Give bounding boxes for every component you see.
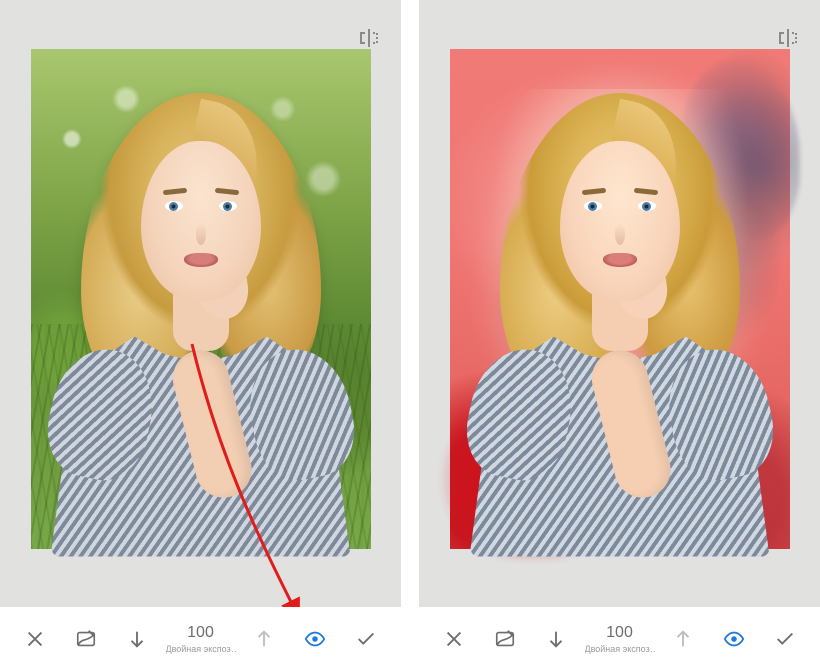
pane-divider (401, 0, 419, 667)
toolbar: 100 Двойная экспоз… (419, 607, 820, 667)
photo-original (31, 49, 371, 549)
effect-value-number: 100 (606, 624, 633, 642)
effect-value-label: Двойная экспоз… (585, 644, 655, 654)
mask-brush-button[interactable] (483, 619, 527, 659)
preview-eye-button[interactable] (293, 619, 337, 659)
editor-pane-right: 100 Двойная экспоз… (419, 0, 820, 667)
canvas-area[interactable] (419, 0, 820, 607)
apply-button[interactable] (344, 619, 388, 659)
toolbar: 100 Двойная экспоз… (0, 607, 401, 667)
effect-value[interactable]: 100 Двойная экспоз… (166, 624, 236, 654)
redo-button[interactable] (661, 619, 705, 659)
mask-brush-button[interactable] (64, 619, 108, 659)
cancel-button[interactable] (13, 619, 57, 659)
effect-value-label: Двойная экспоз… (166, 644, 236, 654)
app-stage: 100 Двойная экспоз… (0, 0, 820, 667)
compare-icon[interactable] (357, 26, 381, 50)
canvas-area[interactable] (0, 0, 401, 607)
editor-pane-left: 100 Двойная экспоз… (0, 0, 401, 667)
effect-value[interactable]: 100 Двойная экспоз… (585, 624, 655, 654)
effect-value-number: 100 (187, 624, 214, 642)
preview-eye-button[interactable] (712, 619, 756, 659)
undo-button[interactable] (534, 619, 578, 659)
cancel-button[interactable] (432, 619, 476, 659)
redo-button[interactable] (242, 619, 286, 659)
undo-button[interactable] (115, 619, 159, 659)
apply-button[interactable] (763, 619, 807, 659)
photo-effect-applied (450, 49, 790, 549)
compare-icon[interactable] (776, 26, 800, 50)
